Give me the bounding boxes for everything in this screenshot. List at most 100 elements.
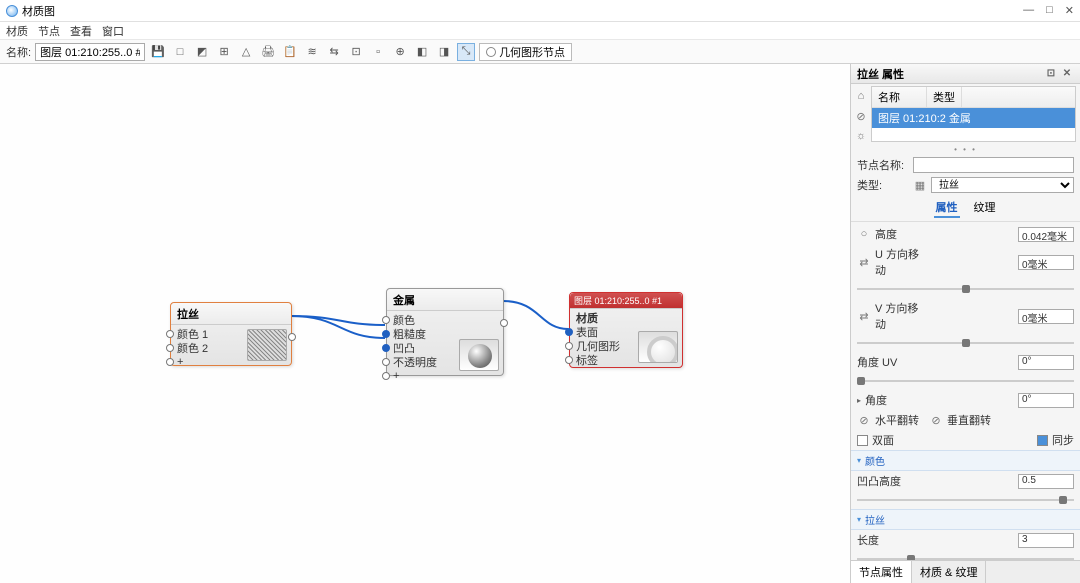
port-label: 不透明度 — [393, 354, 437, 370]
node-thumbnail — [638, 331, 678, 363]
tool-btn-12[interactable]: ⊕ — [391, 43, 409, 61]
panel-sidebar: ⌂ ⊘ ☼ — [851, 84, 871, 144]
menu-window[interactable]: 窗口 — [102, 23, 124, 39]
length-value[interactable]: 3 — [1018, 533, 1074, 548]
tool-btn-6[interactable]: 🖨 — [259, 43, 277, 61]
panel-pin-icon[interactable]: ⊡ — [1044, 67, 1058, 81]
port-in[interactable] — [382, 344, 390, 352]
bump-slider[interactable] — [857, 494, 1074, 506]
node-thumbnail — [459, 339, 499, 371]
tool-btn-2[interactable]: □ — [171, 43, 189, 61]
height-value[interactable]: 0.042毫米 — [1018, 227, 1074, 242]
node-subtitle: 图层 01:210:255..0 #1 — [570, 293, 682, 309]
port-in[interactable] — [382, 358, 390, 366]
node-name-input[interactable] — [913, 157, 1074, 173]
tool-btn-9[interactable]: ⇆ — [325, 43, 343, 61]
length-label: 长度 — [857, 532, 909, 548]
port-in[interactable] — [565, 328, 573, 336]
tab-node-props[interactable]: 节点属性 — [851, 561, 912, 583]
vmove-slider[interactable] — [857, 337, 1074, 349]
tool-btn-8[interactable]: ≋ — [303, 43, 321, 61]
sync-checkbox[interactable] — [1037, 435, 1048, 446]
tool-btn-14[interactable]: ◨ — [435, 43, 453, 61]
lock-icon[interactable]: ○ — [857, 227, 871, 241]
side-link-icon[interactable]: ⊘ — [853, 108, 869, 124]
angleuv-label: 角度 UV — [857, 354, 909, 370]
node-metal[interactable]: 金属 颜色 粗糙度 凹凸 不透明度 + — [386, 288, 504, 376]
port-label: + — [177, 356, 183, 368]
menu-node[interactable]: 节点 — [38, 23, 60, 39]
flip-icon[interactable]: ⊘ — [929, 413, 943, 427]
tool-btn-13[interactable]: ◧ — [413, 43, 431, 61]
vmove-value[interactable]: 0毫米 — [1018, 309, 1074, 324]
tab-mat-tex[interactable]: 材质 & 纹理 — [912, 561, 986, 583]
minimize-button[interactable]: — — [1023, 4, 1034, 17]
node-material[interactable]: 图层 01:210:255..0 #1 材质 表面 几何图形 标签 — [569, 292, 683, 368]
port-in[interactable] — [382, 372, 390, 380]
angle-label: 角度 — [865, 392, 917, 408]
menu-bar: 材质 节点 查看 窗口 — [0, 22, 1080, 40]
dface-checkbox[interactable] — [857, 435, 868, 446]
menu-material[interactable]: 材质 — [6, 23, 28, 39]
tool-btn-10[interactable]: ⊡ — [347, 43, 365, 61]
tool-btn-4[interactable]: ⊞ — [215, 43, 233, 61]
port-in[interactable] — [382, 316, 390, 324]
material-list[interactable]: 名称 类型 图层 01:210:2 金属 — [871, 86, 1076, 142]
side-light-icon[interactable]: ☼ — [853, 128, 869, 144]
umove-value[interactable]: 0毫米 — [1018, 255, 1074, 270]
sync-icon[interactable]: ⇄ — [857, 255, 871, 269]
maximize-button[interactable]: □ — [1046, 4, 1053, 17]
port-in[interactable] — [382, 330, 390, 338]
port-out[interactable] — [288, 333, 296, 341]
bump-value[interactable]: 0.5 — [1018, 474, 1074, 489]
panel-close-icon[interactable]: ✕ — [1060, 67, 1074, 81]
panel-title: 拉丝 属性 — [857, 66, 904, 82]
port-in[interactable] — [565, 342, 573, 350]
port-out[interactable] — [500, 319, 508, 327]
close-button[interactable]: ✕ — [1065, 4, 1074, 17]
vflip-label: 垂直翻转 — [947, 412, 991, 428]
node-canvas[interactable]: 拉丝 颜色 1 颜色 2 + 金属 颜色 粗糙度 凹凸 不透明度 + — [0, 64, 850, 583]
section-color[interactable]: 颜色 — [851, 450, 1080, 471]
panel-divider[interactable]: • • • — [851, 144, 1080, 155]
properties-scroll[interactable]: ○高度0.042毫米 ⇄U 方向移动0毫米 ⇄V 方向移动0毫米 角度 UV0°… — [851, 222, 1080, 560]
section-lasi[interactable]: 拉丝 — [851, 509, 1080, 530]
angle-value[interactable]: 0° — [1018, 393, 1074, 408]
tab-texture[interactable]: 纹理 — [972, 198, 998, 218]
col-name[interactable]: 名称 — [872, 87, 927, 107]
tool-btn-7[interactable]: 📋 — [281, 43, 299, 61]
app-icon — [6, 5, 18, 17]
node-title: 金属 — [387, 289, 503, 311]
tool-save-icon[interactable]: 💾 — [149, 43, 167, 61]
angleuv-slider[interactable] — [857, 375, 1074, 387]
port-in[interactable] — [166, 330, 174, 338]
menu-view[interactable]: 查看 — [70, 23, 92, 39]
port-in[interactable] — [565, 356, 573, 364]
node-title: 拉丝 — [171, 303, 291, 325]
tab-properties[interactable]: 属性 — [934, 198, 960, 218]
type-select[interactable]: 拉丝 — [931, 177, 1074, 193]
node-lasi[interactable]: 拉丝 颜色 1 颜色 2 + — [170, 302, 292, 366]
tool-btn-3[interactable]: ◩ — [193, 43, 211, 61]
port-in[interactable] — [166, 358, 174, 366]
node-thumbnail — [247, 329, 287, 361]
flip-icon[interactable]: ⊘ — [857, 413, 871, 427]
tool-btn-11[interactable]: ▫ — [369, 43, 387, 61]
col-type[interactable]: 类型 — [927, 87, 962, 107]
angleuv-value[interactable]: 0° — [1018, 355, 1074, 370]
dface-label: 双面 — [872, 432, 894, 448]
tool-btn-active[interactable]: ⤡ — [457, 43, 475, 61]
length-slider[interactable] — [857, 553, 1074, 560]
geometry-node-button[interactable]: 几何图形节点 — [479, 43, 572, 61]
umove-slider[interactable] — [857, 283, 1074, 295]
panel-header: 拉丝 属性 ⊡ ✕ — [851, 64, 1080, 84]
side-home-icon[interactable]: ⌂ — [853, 88, 869, 104]
port-label: 标签 — [576, 352, 598, 368]
sync-icon[interactable]: ⇄ — [857, 309, 871, 323]
port-in[interactable] — [166, 344, 174, 352]
type-label: 类型: — [857, 177, 909, 193]
type-picker-icon[interactable]: ▦ — [913, 178, 927, 192]
list-row-selected[interactable]: 图层 01:210:2 金属 — [872, 108, 1075, 128]
name-input[interactable] — [35, 43, 145, 61]
tool-btn-5[interactable]: △ — [237, 43, 255, 61]
